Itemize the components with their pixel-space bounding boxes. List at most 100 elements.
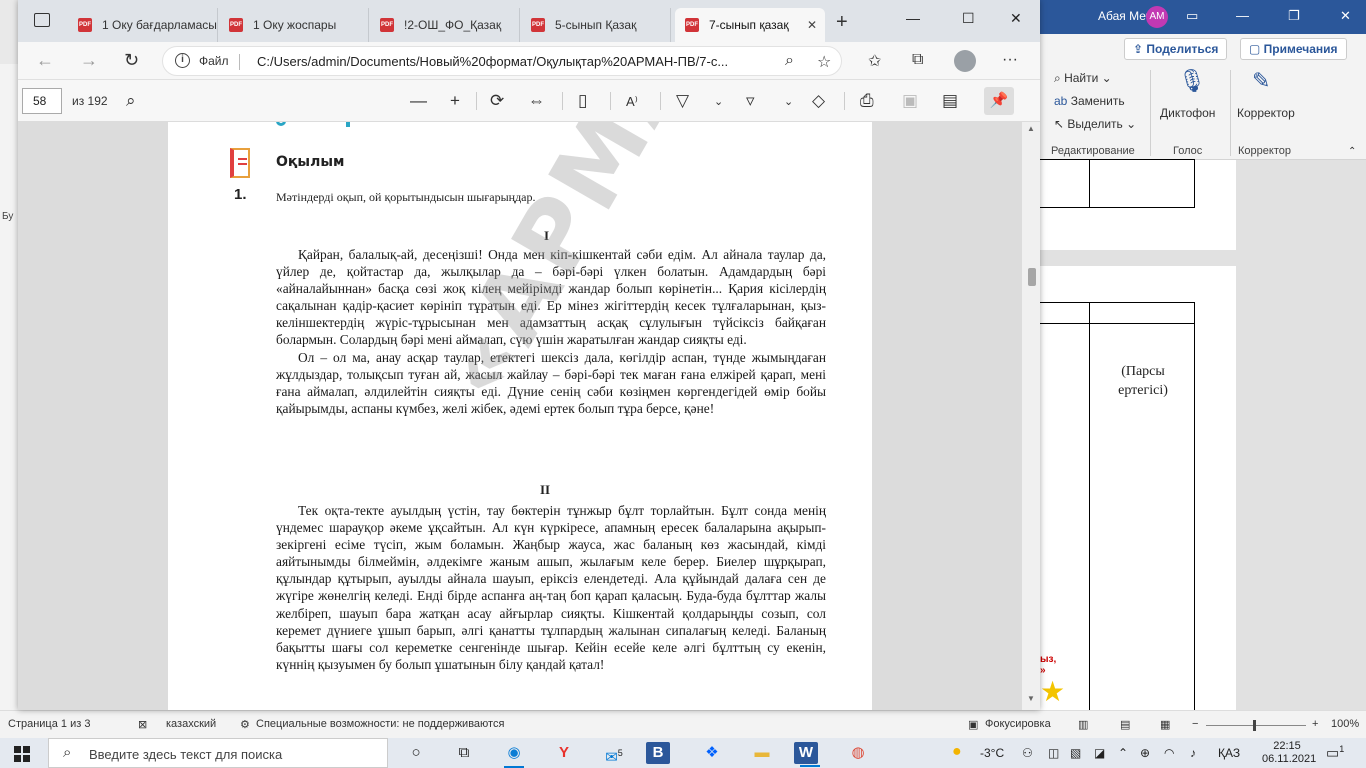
zoom-slider-thumb[interactable]: [1253, 720, 1256, 731]
add-favorite-icon[interactable]: ☆: [817, 52, 831, 72]
yandex-app-icon[interactable]: Y: [548, 741, 580, 765]
word-ribbon: ⌕ Найти ⌄ ab Заменить ↖ Выделить ⌄ Редак…: [1040, 64, 1366, 160]
find-button[interactable]: ⌕ Найти ⌄: [1054, 71, 1112, 86]
edge-app-icon[interactable]: ◉: [498, 741, 530, 768]
clock[interactable]: 22:15 06.11.2021: [1262, 740, 1316, 766]
taskbar-search-input[interactable]: ⌕ Введите здесь текст для поиска: [48, 738, 388, 768]
share-button[interactable]: ⇪ Поделиться: [1124, 38, 1228, 60]
read-aloud-icon[interactable]: A⁾: [626, 94, 638, 110]
restore-icon[interactable]: ❐: [1288, 8, 1300, 24]
profile-avatar[interactable]: [954, 50, 976, 72]
avatar[interactable]: AM: [1146, 6, 1168, 28]
notes-button[interactable]: ▢ Примечания: [1240, 38, 1347, 60]
url-text[interactable]: C:/Users/admin/Documents/Новый%20формат/…: [257, 54, 728, 69]
more-menu-icon[interactable]: ···: [1002, 51, 1018, 69]
back-arrow-icon[interactable]: ←: [36, 50, 54, 71]
show-hidden-icons-icon[interactable]: ⌃: [1118, 746, 1128, 760]
scrollbar-thumb[interactable]: [1028, 268, 1036, 286]
close-window-icon[interactable]: ✕: [1010, 10, 1022, 27]
replace-button[interactable]: ab Заменить: [1054, 94, 1125, 108]
search-icon[interactable]: ⌕: [126, 91, 136, 111]
eraser-icon[interactable]: ◇: [812, 91, 825, 111]
save-icon[interactable]: ▣: [902, 91, 918, 111]
tab-actions-icon[interactable]: [34, 13, 50, 27]
proofing-icon[interactable]: ⊠: [138, 718, 147, 731]
read-mode-icon[interactable]: ▥: [1078, 718, 1088, 731]
info-icon[interactable]: i: [175, 53, 190, 68]
zoom-out-button[interactable]: −: [1192, 718, 1198, 730]
focus-button[interactable]: Фокусировка: [985, 718, 1051, 730]
minimize-icon[interactable]: —: [906, 10, 920, 26]
input-language[interactable]: ҚАЗ: [1218, 746, 1240, 760]
page-view-icon[interactable]: ▯: [578, 91, 587, 111]
status-language[interactable]: казахский: [166, 718, 216, 730]
weather-temperature[interactable]: -3°C: [980, 746, 1004, 760]
tab-3[interactable]: PDF !2-ОШ_ФО_Қазақ: [370, 8, 520, 42]
volume-icon[interactable]: ♪: [1190, 746, 1196, 760]
tray-app-icon[interactable]: ◫: [1048, 746, 1059, 760]
zoom-level[interactable]: 100%: [1331, 718, 1359, 730]
zoom-out-icon[interactable]: —: [410, 91, 427, 111]
tab-1[interactable]: PDF 1 Оку бағдарламасы: [68, 8, 218, 42]
select-button[interactable]: ↖ Выделить ⌄: [1054, 117, 1136, 131]
select-label: Выделить: [1067, 117, 1123, 131]
weather-icon[interactable]: ●: [952, 743, 962, 761]
tray-app-icon[interactable]: ▧: [1070, 746, 1081, 760]
zoom-icon[interactable]: ⌕: [785, 52, 794, 70]
page-number-input[interactable]: 58: [22, 88, 62, 114]
tab-4[interactable]: PDF 5-сынып Қазақ: [521, 8, 671, 42]
new-tab-icon[interactable]: +: [836, 11, 848, 34]
print-icon[interactable]: ⎙: [860, 91, 874, 111]
filter-draw-icon[interactable]: ▽: [676, 91, 689, 111]
save-as-icon[interactable]: ▤: [942, 91, 958, 111]
app-b-icon[interactable]: B: [646, 742, 670, 764]
cortana-icon[interactable]: ○: [400, 741, 432, 765]
tab-2[interactable]: PDF 1 Оку жоспары: [219, 8, 369, 42]
scroll-down-icon[interactable]: ▼: [1027, 694, 1035, 703]
tab-5-active[interactable]: PDF 7-сынып қазақ ✕: [675, 8, 825, 42]
dropbox-icon[interactable]: ❖: [696, 741, 728, 765]
people-icon[interactable]: ⚇: [1022, 746, 1033, 760]
wifi-icon[interactable]: ◠: [1164, 746, 1174, 760]
collections-icon[interactable]: ⧉: [912, 51, 923, 69]
scroll-up-icon[interactable]: ▲: [1027, 124, 1035, 133]
url-input[interactable]: i Файл C:/Users/admin/Documents/Новый%20…: [162, 46, 842, 76]
pin-icon[interactable]: 📌: [984, 87, 1014, 115]
mail-app-icon[interactable]: ✉5: [598, 741, 630, 766]
vertical-scrollbar[interactable]: ▲ ▼: [1022, 122, 1040, 710]
minimize-icon[interactable]: —: [1236, 8, 1249, 23]
rotate-icon[interactable]: ⟳: [490, 91, 504, 111]
close-tab-icon[interactable]: ✕: [807, 8, 817, 42]
network-icon[interactable]: ⊕: [1140, 746, 1150, 760]
forward-arrow-icon[interactable]: →: [80, 50, 98, 71]
windows-start-icon[interactable]: [14, 746, 30, 762]
maximize-icon[interactable]: ☐: [962, 10, 975, 27]
pdf-viewer[interactable]: Оқылым 1. Мәтіндерді оқып, ой қорытындыс…: [18, 122, 1022, 710]
status-accessibility[interactable]: Специальные возможности: не поддерживают…: [256, 718, 504, 730]
chrome-app-icon[interactable]: ◍: [842, 741, 874, 765]
dictaphone-button[interactable]: Диктофон: [1160, 106, 1215, 120]
zoom-in-icon[interactable]: +: [450, 91, 460, 111]
highlight-icon[interactable]: ▿: [746, 91, 755, 111]
notifications-icon[interactable]: ▭1: [1326, 744, 1344, 762]
close-icon[interactable]: ✕: [1340, 8, 1351, 24]
tray-app-icon[interactable]: ◪: [1094, 746, 1105, 760]
corrector-button[interactable]: Корректор: [1237, 106, 1295, 120]
task-view-icon[interactable]: ⧉: [448, 741, 480, 765]
zoom-slider[interactable]: [1206, 725, 1306, 726]
favorites-icon[interactable]: ✩: [868, 51, 881, 71]
status-page[interactable]: Страница 1 из 3: [8, 718, 90, 730]
chevron-down-icon[interactable]: ⌄: [714, 95, 723, 108]
ribbon-display-icon[interactable]: ▭: [1186, 8, 1198, 24]
word-app-icon[interactable]: W: [794, 742, 820, 767]
chevron-down-icon[interactable]: ⌄: [784, 95, 793, 108]
collapse-ribbon-icon[interactable]: ⌃: [1348, 146, 1356, 157]
fit-page-icon[interactable]: ⇔: [528, 91, 545, 111]
zoom-in-button[interactable]: +: [1312, 718, 1318, 730]
file-explorer-icon[interactable]: ▬: [746, 741, 778, 765]
refresh-icon[interactable]: ↻: [124, 50, 139, 71]
print-layout-icon[interactable]: ▤: [1120, 718, 1130, 731]
pen-icon[interactable]: ✎: [1252, 68, 1270, 94]
microphone-icon[interactable]: 🎙: [1178, 68, 1206, 94]
web-layout-icon[interactable]: ▦: [1160, 718, 1170, 731]
